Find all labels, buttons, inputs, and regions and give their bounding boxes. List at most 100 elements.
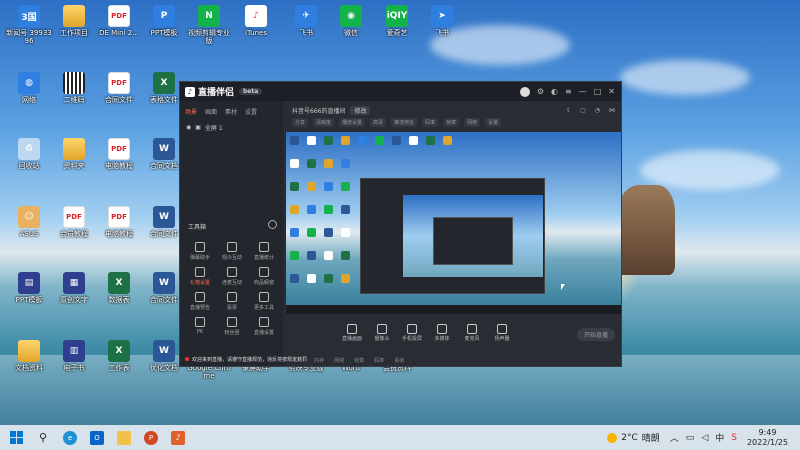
preview-mini-icon [341,136,350,145]
start-button[interactable] [10,431,23,444]
desktop-icon[interactable]: ☺ ASUS [5,206,53,238]
tool-item[interactable]: 投票 [216,292,248,311]
stream-stat[interactable]: 清晰度 [313,118,335,127]
left-tab[interactable]: 场景 [185,107,197,116]
preview-nested-screen [403,195,543,277]
desktop-icon[interactable]: ◉ 微信 [327,5,375,37]
outlook-icon[interactable]: O [90,430,104,445]
source-control[interactable]: 多媒体 [431,324,453,342]
desktop-icon[interactable]: PDF 合同文件 [95,72,143,104]
stream-stat[interactable]: 设置 [485,118,502,127]
file-explorer-icon[interactable] [117,430,131,445]
weather-temp: 2°C [621,432,638,443]
bell-icon[interactable]: ◔ [595,107,600,114]
source-control-label: 直播画面 [341,336,362,342]
stream-stat[interactable]: 网络 [464,118,481,127]
source-control[interactable]: 直播画面 [341,324,363,342]
stream-stat[interactable]: 推流地址 [391,118,418,127]
settings-icon[interactable]: ⚙ [537,87,544,96]
desktop-icon[interactable]: N 视频剪辑专业版 [185,5,233,45]
stream-stat[interactable]: 高清 [370,118,387,127]
search-icon[interactable]: ⚲ [36,431,50,445]
tool-item[interactable]: 弹幕助手 [184,242,216,261]
stream-stat[interactable]: 码率 [422,118,439,127]
source-control-label: 多媒体 [434,336,450,342]
lock-room-icon[interactable]: ▢ [580,107,586,114]
desktop-icon[interactable]: PDF DE Mini 2... [95,5,143,37]
tool-item[interactable]: 商品橱窗 [248,267,280,286]
tool-item[interactable]: 直播设置 [248,317,280,336]
desktop-icon[interactable]: 3国 新闻号 3993396 [5,5,53,45]
maximize-icon[interactable]: □ [594,87,602,96]
share-icon[interactable]: ⇪ [566,107,571,114]
desktop-icon[interactable]: ♪ iTunes [232,5,280,37]
live-companion-taskbar-icon[interactable]: ♪ [171,430,185,445]
stream-stat[interactable]: 播放设置 [339,118,366,127]
tool-item[interactable]: 连麦互动 [216,267,248,286]
powerpoint-icon[interactable]: P [144,430,158,445]
volume-icon[interactable]: ◁ [701,433,708,443]
tool-item[interactable]: PK [184,317,216,336]
stream-stat[interactable]: 分享 [292,118,309,127]
minimize-icon[interactable]: — [579,87,587,96]
ime-indicator[interactable]: 中 [715,431,724,444]
desktop-icon[interactable]: PDF 会员教程 [50,206,98,238]
desktop-icon[interactable]: iQIY 爱奇艺 [373,5,421,37]
preview-mini-icon [307,274,316,283]
clock[interactable]: 9:49 2022/1/25 [747,428,788,448]
desktop-icon[interactable]: 文档资料 [5,340,53,372]
chevron-up-icon[interactable]: ︿ [670,431,679,444]
source-control[interactable]: 摄像头 [371,324,393,342]
desktop-icon[interactable]: X 数据表 [95,272,143,304]
tool-item[interactable]: 礼物设置 [184,267,216,286]
tool-item[interactable]: 粉丝团 [216,317,248,336]
desktop-icon[interactable]: 资料夹 [50,138,98,170]
desktop-icon[interactable]: ♻ 回收站 [5,138,53,170]
source-control[interactable]: 手机投屏 [401,324,423,342]
source-control[interactable]: 麦克风 [461,324,483,342]
close-icon[interactable]: ✕ [608,87,615,96]
preview-mini-icon [324,159,333,168]
left-tab[interactable]: 画面 [205,107,217,116]
desktop-icon[interactable]: X 工作表 [95,340,143,372]
desktop-icon[interactable]: ➤ 飞书 [418,5,466,37]
link-icon[interactable]: ⋈ [609,107,615,114]
source-control-label: 扬声器 [494,336,510,342]
tool-item[interactable]: 直播统计 [248,242,280,261]
desktop-icon-label: PPT模板 [150,29,178,37]
go-live-button[interactable]: 开始直播 [577,328,615,341]
edit-room-button[interactable]: 修改 [350,106,371,115]
scene-item[interactable]: ◉ ▣ 全屏 1 [180,120,284,135]
tool-item[interactable]: 直播预告 [184,292,216,311]
tool-item[interactable]: 更多工具 [248,292,280,311]
desktop-icon[interactable]: PDF 电脑教程 [95,138,143,170]
edge-icon[interactable]: e [63,430,77,445]
desktop-icon[interactable]: ▥ 电子书 [50,340,98,372]
live-preview[interactable] [286,132,621,314]
wps-icon[interactable]: S [731,433,737,443]
eye-icon[interactable]: ◉ [186,124,191,131]
fans-icon [227,317,237,327]
network-icon[interactable]: ▭ [686,433,695,443]
user-avatar[interactable] [519,86,530,97]
desktop-icon[interactable]: 工作项目 [50,5,98,37]
left-panel: 场景 画面 素材 设置 ◉ ▣ 全屏 1 工具箱 弹幕助手 观众互动 直播统计 礼物设置 连麦… [180,101,285,366]
weather-widget[interactable]: 2°C 晴朗 [607,431,660,444]
desktop-icon[interactable]: ▤ PPT模板 [5,272,53,304]
left-tab[interactable]: 素材 [225,107,237,116]
desktop-icon[interactable]: P PPT模板 [140,5,188,37]
desktop-icon[interactable]: ▦ 原创文字 [50,272,98,304]
tool-item[interactable]: 观众互动 [216,242,248,261]
stream-stat[interactable]: 帧率 [443,118,460,127]
editor-icon: N [198,5,220,27]
desktop-icon[interactable]: ✈ 飞书 [282,5,330,37]
desktop-icon[interactable]: 二维码 [50,72,98,104]
source-control[interactable]: 扬声器 [491,324,513,342]
menu-icon[interactable]: ≡ [565,87,572,96]
desktop-icon[interactable]: ◍ 网络 [5,72,53,104]
toolbox-settings-icon[interactable] [268,220,277,229]
lock-icon[interactable]: ▣ [195,124,201,131]
left-tab[interactable]: 设置 [245,107,257,116]
desktop-icon[interactable]: PDF 电脑教程 [95,206,143,238]
skin-icon[interactable]: ◐ [551,87,558,96]
